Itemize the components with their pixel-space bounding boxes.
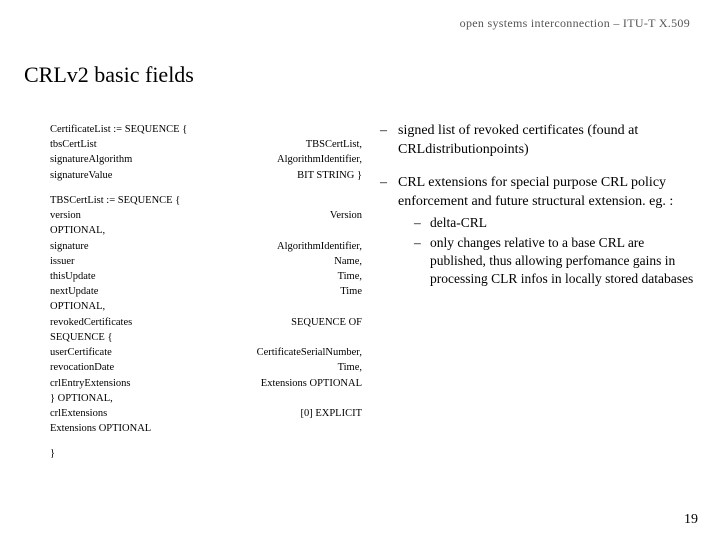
asn-line: Extensions OPTIONAL (50, 421, 151, 436)
asn-field: nextUpdate (50, 284, 98, 299)
asn-field: thisUpdate (50, 269, 96, 284)
asn-field: userCertificate (50, 345, 112, 360)
asn-type: Time, (338, 360, 362, 375)
sub-bullet-text: only changes relative to a base CRL are … (430, 234, 700, 289)
slide-header: open systems interconnection – ITU-T X.5… (460, 16, 690, 31)
slide-title: CRLv2 basic fields (24, 62, 194, 88)
asn-field: signatureValue (50, 168, 112, 183)
asn-type: Time, (338, 269, 362, 284)
sub-bullet: – delta-CRL (414, 214, 700, 232)
asn-field: revokedCertificates (50, 315, 132, 330)
asn-line: CertificateList := SEQUENCE { (50, 122, 187, 137)
asn-line: SEQUENCE { (50, 330, 113, 345)
asn-type: BIT STRING } (297, 168, 362, 183)
asn-block-tbscertlist: TBSCertList := SEQUENCE { version Version… (50, 193, 362, 437)
asn-field: signature (50, 239, 89, 254)
asn-type: Name, (334, 254, 362, 269)
asn-type: Time (340, 284, 362, 299)
asn-type: AlgorithmIdentifier, (277, 152, 362, 167)
asn-field: signatureAlgorithm (50, 152, 132, 167)
asn-block-certificatelist: CertificateList := SEQUENCE { tbsCertLis… (50, 122, 362, 183)
bullet-text: signed list of revoked certificates (fou… (398, 122, 700, 160)
asn-line: OPTIONAL, (50, 299, 105, 314)
asn-field: issuer (50, 254, 75, 269)
page-number: 19 (684, 512, 698, 528)
asn-line: TBSCertList := SEQUENCE { (50, 193, 180, 208)
asn-type: CertificateSerialNumber, (257, 345, 362, 360)
asn-line: } (50, 446, 55, 461)
asn-field: tbsCertList (50, 137, 97, 152)
dash-icon: – (380, 122, 398, 160)
asn-field: crlExtensions (50, 406, 107, 421)
asn-field: crlEntryExtensions (50, 376, 130, 391)
asn-type: TBSCertList, (306, 137, 362, 152)
asn-line: } OPTIONAL, (50, 391, 113, 406)
sub-bullet-text: delta-CRL (430, 214, 487, 232)
dash-icon: – (380, 174, 398, 289)
bullet-item: – CRL extensions for special purpose CRL… (380, 174, 700, 289)
asn-type: Version (330, 208, 362, 223)
asn-type: [0] EXPLICIT (300, 406, 362, 421)
sub-bullet: – only changes relative to a base CRL ar… (414, 234, 700, 289)
asn-field: version (50, 208, 81, 223)
asn1-definition: CertificateList := SEQUENCE { tbsCertLis… (50, 122, 362, 462)
dash-icon: – (414, 234, 430, 289)
asn-type: SEQUENCE OF (291, 315, 362, 330)
bullet-list: – signed list of revoked certificates (f… (380, 122, 700, 302)
dash-icon: – (414, 214, 430, 232)
bullet-text: CRL extensions for special purpose CRL p… (398, 175, 673, 209)
asn-line: OPTIONAL, (50, 223, 105, 238)
asn-type: AlgorithmIdentifier, (277, 239, 362, 254)
asn-type: Extensions OPTIONAL (261, 376, 362, 391)
bullet-body: CRL extensions for special purpose CRL p… (398, 174, 700, 289)
bullet-item: – signed list of revoked certificates (f… (380, 122, 700, 160)
asn-field: revocationDate (50, 360, 114, 375)
